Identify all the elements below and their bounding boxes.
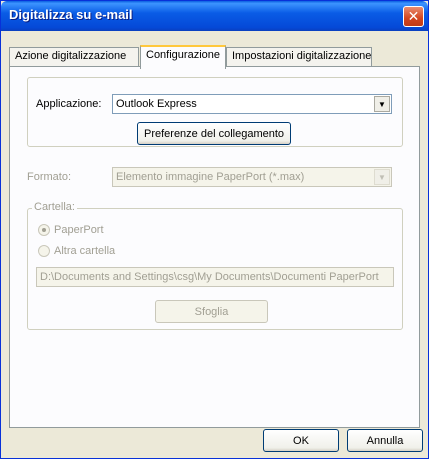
tab-panel-configurazione: Applicazione: Outlook Express ▼ Preferen… [9, 66, 420, 428]
radio-button-checked[interactable] [38, 224, 50, 236]
radio-altra-label: Altra cartella [54, 245, 116, 257]
cancel-button[interactable]: Annulla [347, 429, 423, 452]
tab-label: Azione digitalizzazione [15, 50, 127, 62]
formato-select[interactable]: Elemento immagine PaperPort (*.max) ▼ [112, 167, 392, 187]
sfoglia-button[interactable]: Sfoglia [155, 300, 268, 323]
tab-label: Impostazioni digitalizzazione [232, 50, 372, 62]
chevron-down-icon[interactable]: ▼ [374, 96, 390, 112]
close-icon: ✕ [407, 8, 420, 25]
formato-value: Elemento immagine PaperPort (*.max) [116, 171, 305, 183]
applicazione-value: Outlook Express [116, 98, 197, 110]
button-label: Annulla [366, 434, 404, 447]
applicazione-label: Applicazione: [36, 98, 102, 110]
button-label: OK [293, 434, 309, 447]
ok-button[interactable]: OK [263, 429, 339, 452]
chevron-down-icon[interactable]: ▼ [374, 169, 390, 185]
button-label: Preferenze del collegamento [143, 127, 285, 140]
close-button[interactable]: ✕ [403, 6, 424, 27]
radio-altra-cartella[interactable]: Altra cartella [38, 245, 115, 257]
tab-configurazione[interactable]: Configurazione [140, 45, 226, 69]
dialog-window: Digitalizza su e-mail ✕ Azione digitaliz… [0, 0, 429, 459]
formato-label: Formato: [27, 171, 72, 183]
radio-button[interactable] [38, 245, 50, 257]
cartella-label: Cartella: [32, 201, 77, 213]
tab-azione-digitalizzazione[interactable]: Azione digitalizzazione [9, 47, 139, 67]
tab-impostazioni-digitalizzazione[interactable]: Impostazioni digitalizzazione [226, 47, 372, 67]
radio-paperport[interactable]: PaperPort [38, 224, 104, 236]
radio-paperport-label: PaperPort [54, 224, 104, 236]
cartella-path-field[interactable]: D:\Documents and Settings\csg\My Documen… [36, 267, 394, 287]
window-title: Digitalizza su e-mail [9, 7, 133, 22]
button-label: Sfoglia [194, 305, 229, 318]
title-bar[interactable]: Digitalizza su e-mail ✕ [1, 1, 428, 31]
preferenze-collegamento-button[interactable]: Preferenze del collegamento [137, 122, 291, 145]
tab-label: Configurazione [146, 49, 220, 61]
applicazione-select[interactable]: Outlook Express ▼ [112, 94, 392, 114]
